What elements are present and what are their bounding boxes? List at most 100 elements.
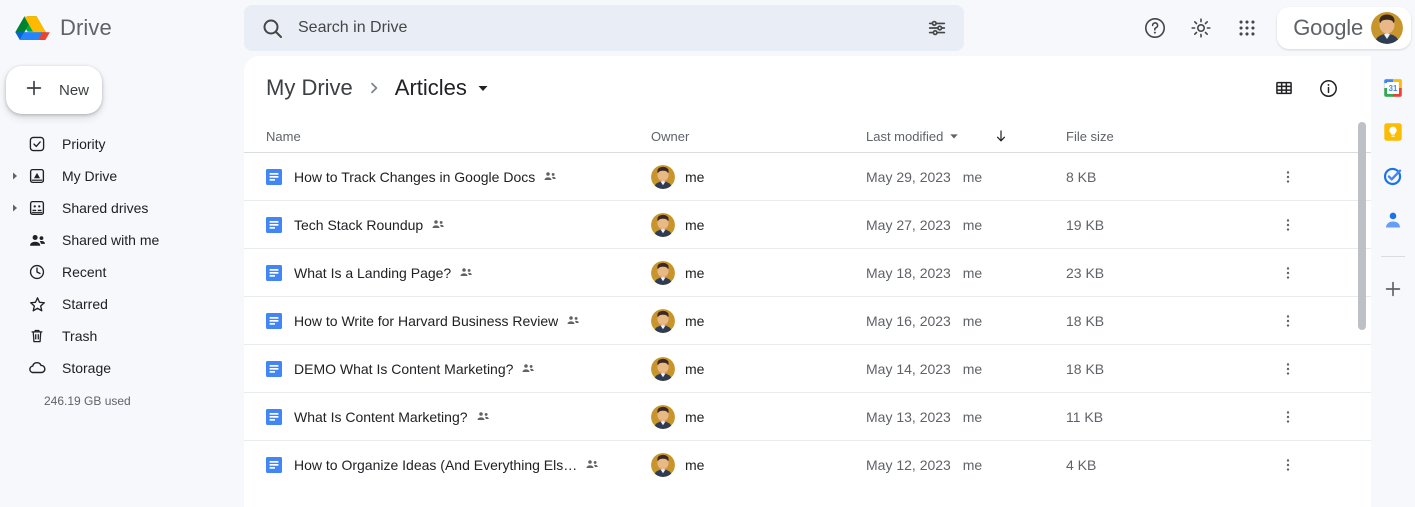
modified-by: me [963, 409, 982, 425]
kebab-menu-icon[interactable] [1274, 307, 1302, 335]
people-shared-icon [476, 409, 491, 424]
caret-down-icon[interactable] [477, 82, 489, 94]
table-row[interactable]: How to Track Changes in Google Docs [244, 152, 1371, 200]
cell-name[interactable]: How to Track Changes in Google Docs [266, 169, 651, 185]
google-calendar-icon[interactable]: 31 [1381, 76, 1405, 100]
sidebar-item-my-drive[interactable]: My Drive [0, 160, 244, 192]
modified-date: May 27, 2023 [866, 217, 951, 233]
chevron-right-icon[interactable] [6, 171, 24, 181]
kebab-menu-icon[interactable] [1274, 451, 1302, 479]
info-circle-icon[interactable] [1311, 71, 1345, 105]
kebab-menu-icon[interactable] [1274, 211, 1302, 239]
google-keep-icon[interactable] [1381, 120, 1405, 144]
file-name: How to Write for Harvard Business Review [294, 313, 558, 329]
owner-name: me [685, 313, 704, 329]
table-row[interactable]: DEMO What Is Content Marketing? me [244, 344, 1371, 392]
sidebar-item-storage[interactable]: Storage [0, 352, 244, 384]
modified-date: May 29, 2023 [866, 169, 951, 185]
sidebar-item-label: Shared with me [50, 232, 159, 248]
column-header-last-modified[interactable]: Last modified [866, 128, 1066, 144]
kebab-menu-icon[interactable] [1274, 259, 1302, 287]
sidebar-item-shared-drives[interactable]: Shared drives [0, 192, 244, 224]
apps-grid-icon[interactable] [1227, 8, 1267, 48]
cell-actions [1266, 211, 1349, 239]
caret-down-icon [949, 131, 959, 141]
column-header-file-size[interactable]: File size [1066, 129, 1266, 144]
table-row[interactable]: What Is a Landing Page? me [244, 248, 1371, 296]
help-circle-icon[interactable] [1135, 8, 1175, 48]
owner-avatar [651, 357, 675, 381]
modified-date: May 16, 2023 [866, 313, 951, 329]
search-box[interactable] [244, 5, 964, 51]
google-tasks-icon[interactable] [1381, 164, 1405, 188]
file-list: How to Track Changes in Google Docs [244, 152, 1371, 488]
google-docs-icon [266, 457, 282, 473]
cell-owner: me [651, 309, 866, 333]
shared-drives-icon [24, 199, 50, 217]
kebab-menu-icon[interactable] [1274, 355, 1302, 383]
modified-by: me [963, 361, 982, 377]
table-row[interactable]: Tech Stack Roundup me [244, 200, 1371, 248]
google-contacts-icon[interactable] [1381, 208, 1405, 232]
sidebar-item-label: Priority [50, 136, 106, 152]
kebab-menu-icon[interactable] [1274, 163, 1302, 191]
modified-by: me [963, 217, 982, 233]
owner-avatar [651, 261, 675, 285]
left-sidebar: New Priority [0, 56, 244, 507]
breadcrumb-current[interactable]: Articles [395, 75, 467, 101]
sidebar-item-trash[interactable]: Trash [0, 320, 244, 352]
cell-name[interactable]: What Is a Landing Page? [266, 265, 651, 281]
grid-view-icon[interactable] [1267, 71, 1301, 105]
arrow-down-icon[interactable] [993, 128, 1009, 144]
owner-name: me [685, 409, 704, 425]
cell-name[interactable]: What Is Content Marketing? [266, 409, 651, 425]
cell-actions [1266, 307, 1349, 335]
account-chip[interactable]: Google [1277, 7, 1411, 49]
people-icon [24, 231, 50, 250]
owner-avatar [651, 405, 675, 429]
people-shared-icon [585, 457, 600, 472]
sidebar-item-priority[interactable]: Priority [0, 128, 244, 160]
scrollbar-thumb[interactable] [1358, 122, 1366, 330]
breadcrumb-root[interactable]: My Drive [266, 75, 353, 101]
table-row[interactable]: How to Organize Ideas (And Everything El… [244, 440, 1371, 488]
user-avatar[interactable] [1371, 12, 1403, 44]
column-header-last-modified-label: Last modified [866, 129, 943, 144]
column-header-owner[interactable]: Owner [651, 129, 866, 144]
cell-name[interactable]: Tech Stack Roundup [266, 217, 651, 233]
table-row[interactable]: What Is Content Marketing? me [244, 392, 1371, 440]
sidebar-item-starred[interactable]: Starred [0, 288, 244, 320]
file-name: DEMO What Is Content Marketing? [294, 361, 513, 377]
sort-by-last-modified[interactable]: Last modified [866, 129, 959, 144]
file-name: How to Track Changes in Google Docs [294, 169, 535, 185]
owner-name: me [685, 361, 704, 377]
search-filter-icon[interactable] [922, 13, 952, 43]
scrollbar-track[interactable] [1356, 122, 1368, 507]
cell-last-modified: May 18, 2023 me [866, 265, 1066, 281]
modified-by: me [963, 457, 982, 473]
rail-divider [1381, 256, 1405, 257]
star-icon [24, 295, 50, 314]
modified-date: May 18, 2023 [866, 265, 951, 281]
google-docs-icon [266, 169, 282, 185]
owner-avatar [651, 165, 675, 189]
search-input[interactable] [284, 19, 922, 37]
brand[interactable]: Drive [0, 8, 244, 48]
column-header-name[interactable]: Name [266, 129, 651, 144]
cell-name[interactable]: How to Organize Ideas (And Everything El… [266, 457, 651, 473]
sidebar-item-recent[interactable]: Recent [0, 256, 244, 288]
kebab-menu-icon[interactable] [1274, 403, 1302, 431]
cell-actions [1266, 355, 1349, 383]
modified-date: May 13, 2023 [866, 409, 951, 425]
table-row[interactable]: How to Write for Harvard Business Review… [244, 296, 1371, 344]
sidebar-item-shared-with-me[interactable]: Shared with me [0, 224, 244, 256]
new-button[interactable]: New [6, 66, 102, 114]
gear-icon[interactable] [1181, 8, 1221, 48]
owner-name: me [685, 217, 704, 233]
cell-name[interactable]: How to Write for Harvard Business Review [266, 313, 651, 329]
search-icon [260, 16, 284, 40]
add-apps-plus-icon[interactable] [1381, 277, 1405, 301]
google-docs-icon [266, 409, 282, 425]
chevron-right-icon[interactable] [6, 203, 24, 213]
cell-name[interactable]: DEMO What Is Content Marketing? [266, 361, 651, 377]
